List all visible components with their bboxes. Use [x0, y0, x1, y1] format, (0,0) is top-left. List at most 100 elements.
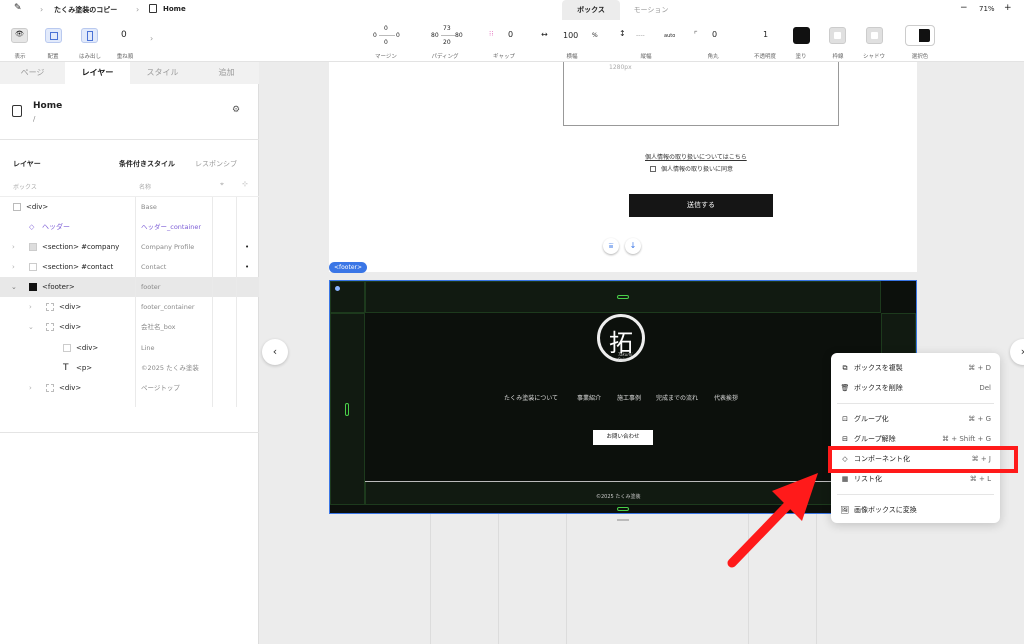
footer-nav-cases[interactable]: 施工事例: [617, 393, 641, 402]
zoom-level[interactable]: 71%: [979, 5, 995, 13]
tab-motion[interactable]: モーション: [622, 0, 680, 20]
padding-top[interactable]: 73: [443, 25, 451, 32]
border-label: 枠線: [832, 54, 844, 60]
checkbox-icon[interactable]: [46, 303, 54, 311]
menu-item-image-box[interactable]: 🖼 画像ボックスに変換: [831, 500, 1000, 520]
resize-handle[interactable]: [617, 507, 629, 511]
privacy-link[interactable]: 個人情報の取り扱いについてはこちら: [645, 152, 747, 161]
chevron-right-icon[interactable]: ›: [150, 34, 153, 43]
pointer-icon[interactable]: ⌖: [220, 180, 224, 189]
checkbox-icon[interactable]: [13, 203, 21, 211]
fill-swatch[interactable]: [793, 27, 810, 44]
resize-handle[interactable]: [617, 519, 629, 521]
margin-bottom[interactable]: 0: [384, 39, 388, 46]
chevron-down-icon[interactable]: ⌄: [11, 277, 17, 297]
selection-color-swatch[interactable]: [905, 25, 935, 46]
checkbox-icon[interactable]: [29, 243, 37, 251]
menu-item-group[interactable]: ⊡ グループ化 ⌘ + G: [831, 409, 1000, 429]
overflow-icon[interactable]: [81, 28, 98, 43]
filter-icon[interactable]: ⩸: [603, 238, 619, 254]
checkbox-icon[interactable]: [46, 323, 54, 331]
padding-left[interactable]: 80: [431, 32, 439, 39]
checkbox-icon[interactable]: [63, 344, 71, 352]
layer-row[interactable]: ⌄ <div> 会社名_box: [0, 317, 259, 337]
chevron-right-icon[interactable]: ›: [29, 297, 32, 317]
margin-top[interactable]: 0: [384, 25, 388, 32]
border-swatch[interactable]: [829, 27, 846, 44]
footer-nav-flow[interactable]: 完成までの流れ: [656, 393, 698, 402]
layer-row[interactable]: <div> Base: [0, 197, 259, 217]
chevron-right-icon[interactable]: ›: [12, 257, 15, 277]
resize-handle[interactable]: [617, 295, 629, 299]
stack-order-value[interactable]: 0: [121, 30, 127, 40]
margin-right[interactable]: 0: [396, 32, 400, 39]
message-textarea[interactable]: [563, 62, 839, 126]
layer-row[interactable]: › <section> #contact Contact •: [0, 257, 259, 277]
privacy-checkbox[interactable]: [650, 166, 656, 172]
opacity-value[interactable]: 1: [763, 30, 768, 39]
contact-button[interactable]: お問い合わせ: [593, 430, 653, 445]
settings-sliders-icon[interactable]: ⚙: [232, 105, 240, 115]
layer-row[interactable]: › <div> footer_container: [0, 297, 259, 317]
width-unit[interactable]: %: [592, 32, 598, 39]
layer-row[interactable]: › <div> ページトップ: [0, 378, 259, 398]
scroll-left-button[interactable]: ‹: [262, 339, 288, 365]
layer-label: <div>: [76, 344, 99, 352]
arrow-down-icon[interactable]: ↓: [625, 238, 641, 254]
layer-row[interactable]: T <p> ©2025 たくみ塗装: [0, 358, 259, 378]
footer-nav-about[interactable]: たくみ塗装について: [504, 393, 558, 402]
logo[interactable]: 拓 Takumi Paint: [597, 314, 645, 362]
checkbox-icon[interactable]: [29, 283, 37, 291]
width-value[interactable]: 100: [563, 31, 578, 40]
status-dot: •: [245, 263, 250, 271]
margin-left[interactable]: 0: [373, 32, 377, 39]
placement-icon[interactable]: [45, 28, 62, 43]
zoom-out-button[interactable]: −: [960, 3, 968, 13]
shadow-swatch[interactable]: [866, 27, 883, 44]
eye-icon[interactable]: 👁: [11, 28, 28, 43]
breadcrumb-page[interactable]: Home: [163, 5, 186, 13]
chevron-right-icon[interactable]: ›: [29, 378, 32, 398]
tab-pages[interactable]: ページ: [0, 62, 65, 84]
height-arrow-icon: ↕: [619, 29, 626, 38]
tab-box[interactable]: ボックス: [562, 0, 620, 20]
radius-value[interactable]: 0: [712, 30, 717, 39]
layer-row-selected[interactable]: ⌄ <footer> footer: [0, 277, 259, 297]
layers-heading: レイヤー: [13, 160, 41, 168]
tab-add[interactable]: 追加: [194, 62, 259, 84]
footer-nav-greeting[interactable]: 代表挨拶: [714, 393, 738, 402]
origin-dot[interactable]: [335, 286, 340, 291]
menu-item-duplicate[interactable]: ⧉ ボックスを複製 ⌘ + D: [831, 358, 1000, 378]
visibility-icon[interactable]: ⊹: [242, 180, 248, 188]
layer-name: ヘッダー_container: [141, 223, 202, 231]
tab-styles[interactable]: スタイル: [130, 62, 195, 84]
padding-right[interactable]: 80: [455, 32, 463, 39]
pen-icon[interactable]: ✎: [14, 3, 22, 13]
stack-order-label: 重ね順: [116, 54, 134, 60]
chevron-down-icon[interactable]: ⌄: [28, 317, 34, 337]
checkbox-icon[interactable]: [46, 384, 54, 392]
checkbox-icon[interactable]: [29, 263, 37, 271]
height-value[interactable]: ----: [636, 32, 645, 39]
placement-label: 配置: [47, 54, 59, 60]
scroll-right-button[interactable]: ›: [1010, 339, 1024, 365]
footer-nav-business[interactable]: 事業紹介: [577, 393, 601, 402]
zoom-in-button[interactable]: +: [1004, 3, 1012, 13]
submit-button[interactable]: 送信する: [629, 194, 773, 217]
padding-bottom[interactable]: 20: [443, 39, 451, 46]
layer-name: footer: [141, 283, 161, 291]
resize-handle[interactable]: [345, 403, 349, 416]
conditional-style-tab[interactable]: 条件付きスタイル: [119, 159, 175, 169]
layer-row[interactable]: <div> Line: [0, 338, 259, 358]
responsive-tab[interactable]: レスポンシブ: [195, 159, 237, 169]
layer-row[interactable]: › <section> #company Company Profile •: [0, 237, 259, 257]
breadcrumb-project[interactable]: たくみ塗装のコピー: [54, 5, 117, 15]
tab-layers[interactable]: レイヤー: [65, 62, 130, 84]
divider: [0, 139, 259, 140]
chevron-right-icon[interactable]: ›: [12, 237, 15, 257]
layer-row[interactable]: ◇ ヘッダー ヘッダー_container: [0, 217, 259, 237]
menu-item-delete[interactable]: 🗑 ボックスを削除 Del: [831, 378, 1000, 398]
height-unit[interactable]: auto: [664, 33, 675, 39]
footer-tag-badge[interactable]: <footer>: [329, 262, 368, 273]
gap-value[interactable]: 0: [508, 30, 513, 39]
